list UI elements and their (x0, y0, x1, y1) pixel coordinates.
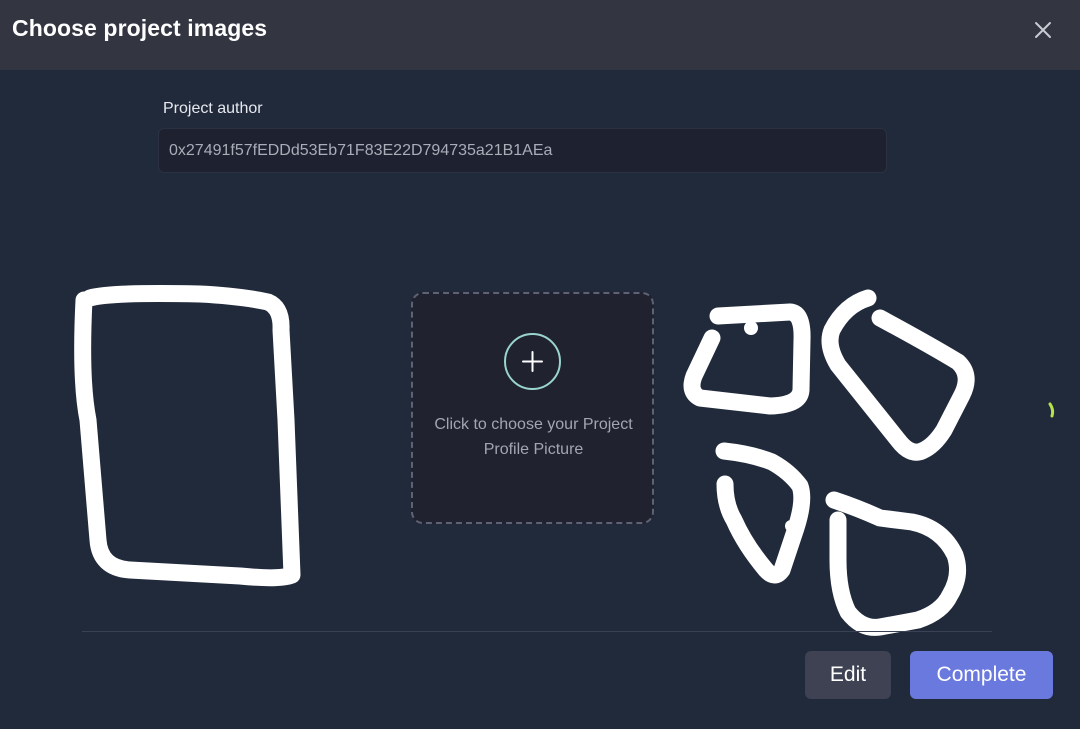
complete-button[interactable]: Complete (910, 651, 1053, 699)
green-mark (1048, 402, 1055, 418)
footer-divider (82, 631, 992, 632)
scribble-shape-bottom-right (825, 491, 967, 636)
plus-icon (522, 351, 543, 372)
upload-prompt: Click to choose your Project Profile Pic… (434, 416, 633, 458)
scribble-shape-bottom-left (715, 442, 811, 584)
add-image-button[interactable] (504, 333, 561, 390)
profile-picture-upload[interactable]: Click to choose your Project Profile Pic… (411, 292, 654, 524)
scribble-dot-small (785, 520, 797, 532)
edit-button[interactable]: Edit (805, 651, 891, 699)
scribble-left-rectangle (74, 285, 301, 587)
scribble-shape-top-right (821, 289, 975, 461)
scribble-dot (744, 321, 758, 335)
